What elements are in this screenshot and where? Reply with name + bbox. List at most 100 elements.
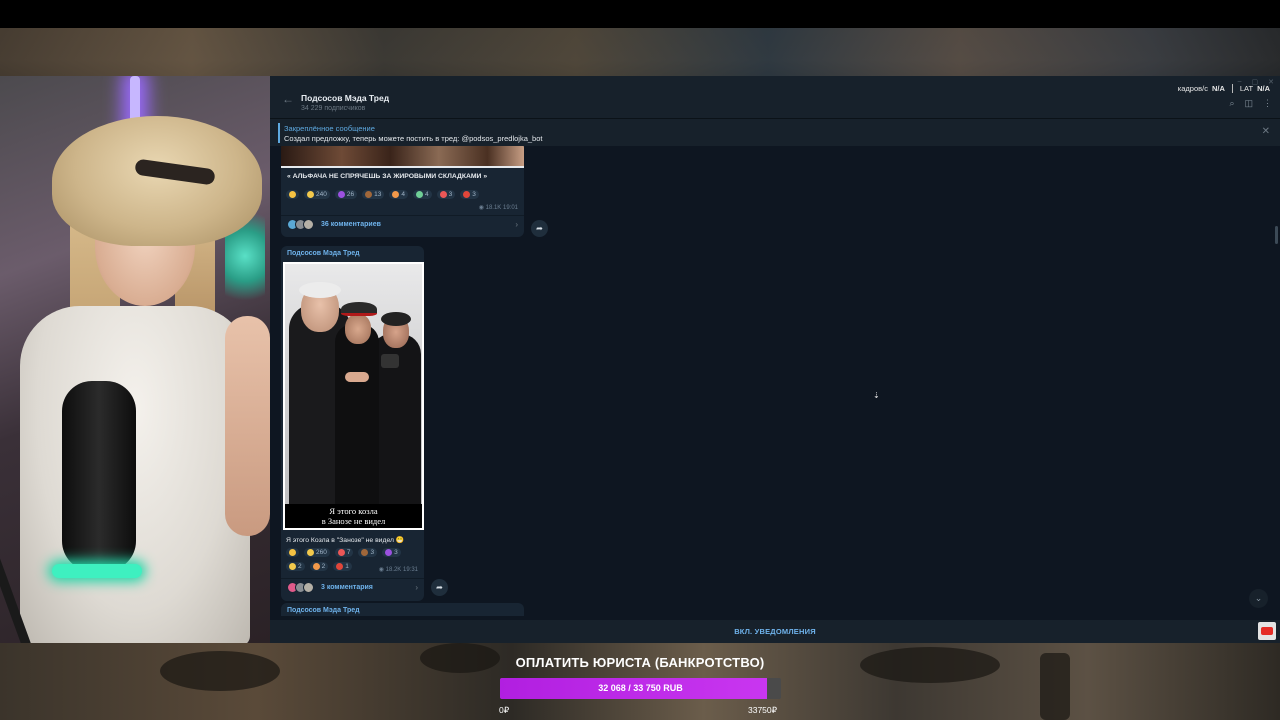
reaction-count: 260 xyxy=(316,549,327,556)
comments-count: 36 комментариев xyxy=(321,221,381,228)
reaction[interactable]: 1 xyxy=(333,562,352,571)
chevron-down-icon: ⌄ xyxy=(1254,593,1263,603)
more-options-icon[interactable]: ⋮ xyxy=(1263,98,1272,109)
channel-post[interactable]: Подсосов Мэда Тред xyxy=(281,246,424,601)
chevron-right-icon: › xyxy=(515,220,518,229)
reaction-count: 2 xyxy=(298,563,302,570)
avatar xyxy=(303,582,314,593)
meme-caption-line: в Занозе не видел xyxy=(321,516,386,526)
pinned-text: Создал предложку, теперь можете постить … xyxy=(284,134,543,143)
pointing-hand xyxy=(345,372,369,382)
poop-icon xyxy=(361,549,369,556)
reaction[interactable]: 3 xyxy=(460,190,479,199)
heart-icon xyxy=(337,549,345,556)
reaction[interactable]: 260 xyxy=(304,548,330,557)
reaction[interactable]: 3 xyxy=(358,548,378,557)
meme-caption-line: Я этого козла xyxy=(329,506,378,516)
post-image[interactable] xyxy=(281,146,524,166)
post-caption: Я этого Козла в "Занозе" не видел 😁 xyxy=(286,537,405,544)
view-count: 18.1K xyxy=(485,205,502,211)
reaction-count: 2 xyxy=(321,563,326,570)
reaction[interactable]: 7 xyxy=(334,548,354,557)
figure-hair xyxy=(299,282,341,298)
youtube-icon[interactable] xyxy=(1258,622,1276,640)
post-meta: ◉ 18.1K 19:01 xyxy=(479,204,518,211)
reaction[interactable]: 4 xyxy=(412,190,432,199)
reaction[interactable]: 2 xyxy=(309,562,329,571)
reaction[interactable]: 3 xyxy=(382,548,401,557)
reaction[interactable]: 4 xyxy=(389,190,408,199)
reaction-count: 240 xyxy=(316,191,327,198)
grin-icon xyxy=(307,191,314,198)
post-meta: ◉ 18.2K 19:31 xyxy=(379,566,418,573)
stream-scene: ← Подсосов Мэда Тред 34 229 подписчиков … xyxy=(0,0,1280,720)
reaction[interactable]: 13 xyxy=(362,190,385,199)
background-top-strip xyxy=(0,28,1280,76)
pinned-message[interactable]: Закреплённое сообщение Создал предложку,… xyxy=(270,118,1280,146)
angry-icon xyxy=(336,563,344,570)
telegram-window: ← Подсосов Мэда Тред 34 229 подписчиков … xyxy=(270,76,1280,643)
reaction[interactable]: 3 xyxy=(436,190,456,199)
devil-icon xyxy=(337,191,345,198)
commenter-avatars xyxy=(287,582,314,593)
channel-post[interactable]: Подсосов Мэда Тред xyxy=(281,603,524,616)
share-button[interactable]: ➦ xyxy=(431,579,448,596)
commenter-avatars xyxy=(287,219,314,230)
comments-link[interactable]: 3 комментария › xyxy=(281,578,424,596)
star-icon xyxy=(289,549,296,556)
camera xyxy=(381,354,399,368)
reaction-count: 3 xyxy=(370,549,375,556)
figure-hair xyxy=(381,312,411,326)
post-time: 19:31 xyxy=(402,567,418,573)
reactions: 2 2 1 xyxy=(286,562,352,571)
reaction-count: 1 xyxy=(345,563,349,570)
grin-icon xyxy=(307,549,314,556)
police-cap xyxy=(341,302,377,316)
fps-value: N/A xyxy=(1211,84,1225,93)
post-sender[interactable]: Подсосов Мэда Тред xyxy=(287,607,360,614)
figure xyxy=(335,324,379,504)
donation-progress-bar: 32 068 / 33 750 RUB xyxy=(500,678,781,699)
poop-icon xyxy=(365,191,373,198)
reaction[interactable]: 26 xyxy=(334,190,358,199)
message-feed: « АЛЬФАЧА НЕ СПРЯЧЕШЬ ЗА ЖИРОВЫМИ СКЛАДК… xyxy=(270,146,1280,616)
webcam-feed xyxy=(0,76,270,643)
reaction[interactable]: 240 xyxy=(304,190,330,199)
search-icon[interactable]: ⌕ xyxy=(1229,98,1234,109)
scroll-down-button[interactable]: ⌄ xyxy=(1249,589,1268,608)
vomit-icon xyxy=(415,191,423,198)
angry-icon xyxy=(463,191,471,198)
lat-value: N/A xyxy=(1257,84,1270,93)
fire-icon xyxy=(392,191,400,198)
header-actions: ⌕ ◫ ⋮ xyxy=(1229,98,1272,109)
reaction-count: 26 xyxy=(346,191,355,198)
channel-footer: ВКЛ. УВЕДОМЛЕНИЯ xyxy=(270,620,1280,643)
sidebar-toggle-icon[interactable]: ◫ xyxy=(1244,98,1253,109)
scrollbar[interactable] xyxy=(1275,226,1278,244)
stats-overlay: кадров/с N/A LAT N/A xyxy=(1178,84,1270,93)
subscriber-count: 34 229 подписчиков xyxy=(301,105,366,112)
reaction-count: 4 xyxy=(401,191,405,198)
lat-label: LAT xyxy=(1239,84,1254,93)
donation-min-label: 0₽ xyxy=(499,705,510,715)
post-photo[interactable]: Я этого козла в Занозе не видел xyxy=(283,262,424,530)
comments-count: 3 комментария xyxy=(321,584,373,591)
share-icon: ➦ xyxy=(436,583,443,592)
fps-label: кадров/с xyxy=(1177,84,1208,93)
reaction-count: 7 xyxy=(346,549,351,556)
back-arrow-icon[interactable]: ← xyxy=(282,93,294,105)
eye-icon: ◉ xyxy=(378,567,384,573)
reaction-star[interactable] xyxy=(286,548,299,557)
channel-title[interactable]: Подсосов Мэда Тред xyxy=(301,93,389,103)
donation-max-label: 33750₽ xyxy=(748,705,778,715)
share-button[interactable]: ➦ xyxy=(531,220,548,237)
reaction[interactable]: 2 xyxy=(286,562,305,571)
post-sender[interactable]: Подсосов Мэда Тред xyxy=(287,250,360,257)
enable-notifications-button[interactable]: ВКЛ. УВЕДОМЛЕНИЯ xyxy=(270,627,1280,636)
reaction-star[interactable] xyxy=(286,190,299,199)
comments-link[interactable]: 36 комментариев › xyxy=(281,215,524,233)
close-icon[interactable]: ✕ xyxy=(1262,126,1270,137)
thumbs-up-icon xyxy=(289,563,296,570)
fire-icon xyxy=(312,563,320,570)
channel-post[interactable]: « АЛЬФАЧА НЕ СПРЯЧЕШЬ ЗА ЖИРОВЫМИ СКЛАДК… xyxy=(281,146,524,237)
